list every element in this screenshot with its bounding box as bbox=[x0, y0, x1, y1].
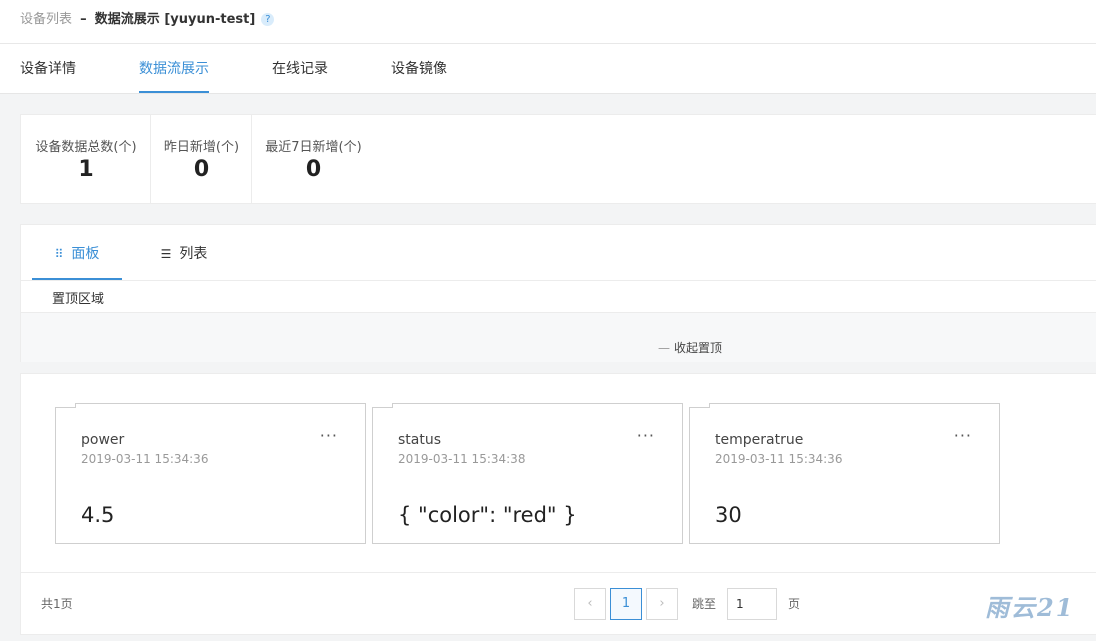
page-number-button[interactable]: 1 bbox=[610, 588, 642, 620]
card-corner-tab bbox=[55, 403, 76, 408]
datapoint-name: temperatrue bbox=[715, 432, 804, 448]
page-unit-label: 页 bbox=[788, 597, 801, 611]
more-menu-icon[interactable]: ··· bbox=[637, 426, 655, 445]
collapse-pinned-label: 收起置顶 bbox=[674, 341, 723, 355]
tab-online-records[interactable]: 在线记录 bbox=[272, 44, 328, 93]
card-corner-tab bbox=[372, 403, 393, 408]
stat-yesterday-value: 0 bbox=[193, 157, 210, 182]
tab-device-details[interactable]: 设备详情 bbox=[20, 44, 76, 93]
datapoint-card-temperatrue[interactable]: temperatrue 2019-03-11 15:34:36 ··· 30 bbox=[689, 403, 1000, 544]
page-title: 数据流展示 [yuyun-test] bbox=[94, 12, 256, 27]
stat-yesterday-label: 昨日新增(个) bbox=[163, 140, 240, 155]
datapoint-value: 30 bbox=[715, 503, 742, 527]
datapoint-card-status[interactable]: status 2019-03-11 15:34:38 ··· { "color"… bbox=[372, 403, 683, 544]
stat-last7days: 最近7日新增(个) 0 bbox=[252, 115, 375, 203]
help-icon[interactable]: ? bbox=[261, 13, 275, 26]
more-menu-icon[interactable]: ··· bbox=[320, 426, 338, 445]
pinned-area-title: 置顶区域 bbox=[52, 292, 105, 307]
collapse-pinned-button[interactable]: — 收起置顶 bbox=[658, 339, 722, 356]
datapoint-card-power[interactable]: power 2019-03-11 15:34:36 ··· 4.5 bbox=[55, 403, 366, 544]
datapoint-value: { "color": "red" } bbox=[398, 503, 577, 527]
datapoints-card: power 2019-03-11 15:34:36 ··· 4.5 status… bbox=[20, 373, 1096, 635]
stat-total-label: 设备数据总数(个) bbox=[35, 140, 137, 155]
tab-device-shadow[interactable]: 设备镜像 bbox=[391, 44, 447, 93]
datapoint-value: 4.5 bbox=[81, 503, 115, 527]
datapoint-name: power bbox=[81, 432, 125, 448]
stat-total: 设备数据总数(个) 1 bbox=[21, 115, 151, 203]
breadcrumb-separator: – bbox=[80, 12, 87, 27]
jump-page-input[interactable] bbox=[727, 588, 777, 620]
collapse-icon: — bbox=[658, 341, 670, 355]
tab-panel-label: 面板 bbox=[71, 246, 100, 262]
tab-list-view[interactable]: ☰ 列表 bbox=[139, 225, 229, 280]
datapoint-name: status bbox=[398, 432, 442, 448]
view-card: ⠿ 面板 ☰ 列表 置顶区域 — 收起置顶 bbox=[20, 224, 1096, 362]
main-tabs: 设备详情 数据流展示 在线记录 设备镜像 bbox=[0, 44, 1096, 94]
grid-icon: ⠿ bbox=[54, 247, 64, 261]
stat-last7days-value: 0 bbox=[305, 157, 322, 182]
total-pages-label: 共1页 bbox=[41, 597, 73, 611]
breadcrumb: 设备列表 – 数据流展示 [yuyun-test] ? bbox=[20, 11, 275, 29]
prev-page-button[interactable]: ‹ bbox=[574, 588, 606, 620]
watermark-logo: 雨云21 bbox=[985, 593, 1075, 622]
next-page-button[interactable]: › bbox=[646, 588, 678, 620]
stat-last7days-label: 最近7日新增(个) bbox=[265, 140, 362, 155]
datapoint-time: 2019-03-11 15:34:38 bbox=[398, 452, 526, 466]
card-corner-tab bbox=[689, 403, 710, 408]
tab-panel-view[interactable]: ⠿ 面板 bbox=[32, 225, 122, 280]
more-menu-icon[interactable]: ··· bbox=[954, 426, 972, 445]
list-icon: ☰ bbox=[160, 247, 172, 261]
stat-total-value: 1 bbox=[78, 157, 94, 182]
stats-card: 设备数据总数(个) 1 昨日新增(个) 0 最近7日新增(个) 0 bbox=[20, 114, 1096, 204]
datapoint-time: 2019-03-11 15:34:36 bbox=[81, 452, 209, 466]
page-header: 设备列表 – 数据流展示 [yuyun-test] ? bbox=[0, 0, 1096, 44]
breadcrumb-device-list[interactable]: 设备列表 bbox=[20, 12, 72, 27]
view-tabs: ⠿ 面板 ☰ 列表 bbox=[21, 225, 1096, 281]
tab-data-stream[interactable]: 数据流展示 bbox=[139, 44, 209, 93]
stat-yesterday: 昨日新增(个) 0 bbox=[151, 115, 252, 203]
tab-list-label: 列表 bbox=[179, 246, 208, 262]
pagination: 共1页 ‹ 1 › 跳至 页 bbox=[21, 572, 1096, 634]
pinned-area: — 收起置顶 bbox=[21, 312, 1096, 362]
datapoint-time: 2019-03-11 15:34:36 bbox=[715, 452, 843, 466]
jump-to-label: 跳至 bbox=[692, 597, 717, 611]
